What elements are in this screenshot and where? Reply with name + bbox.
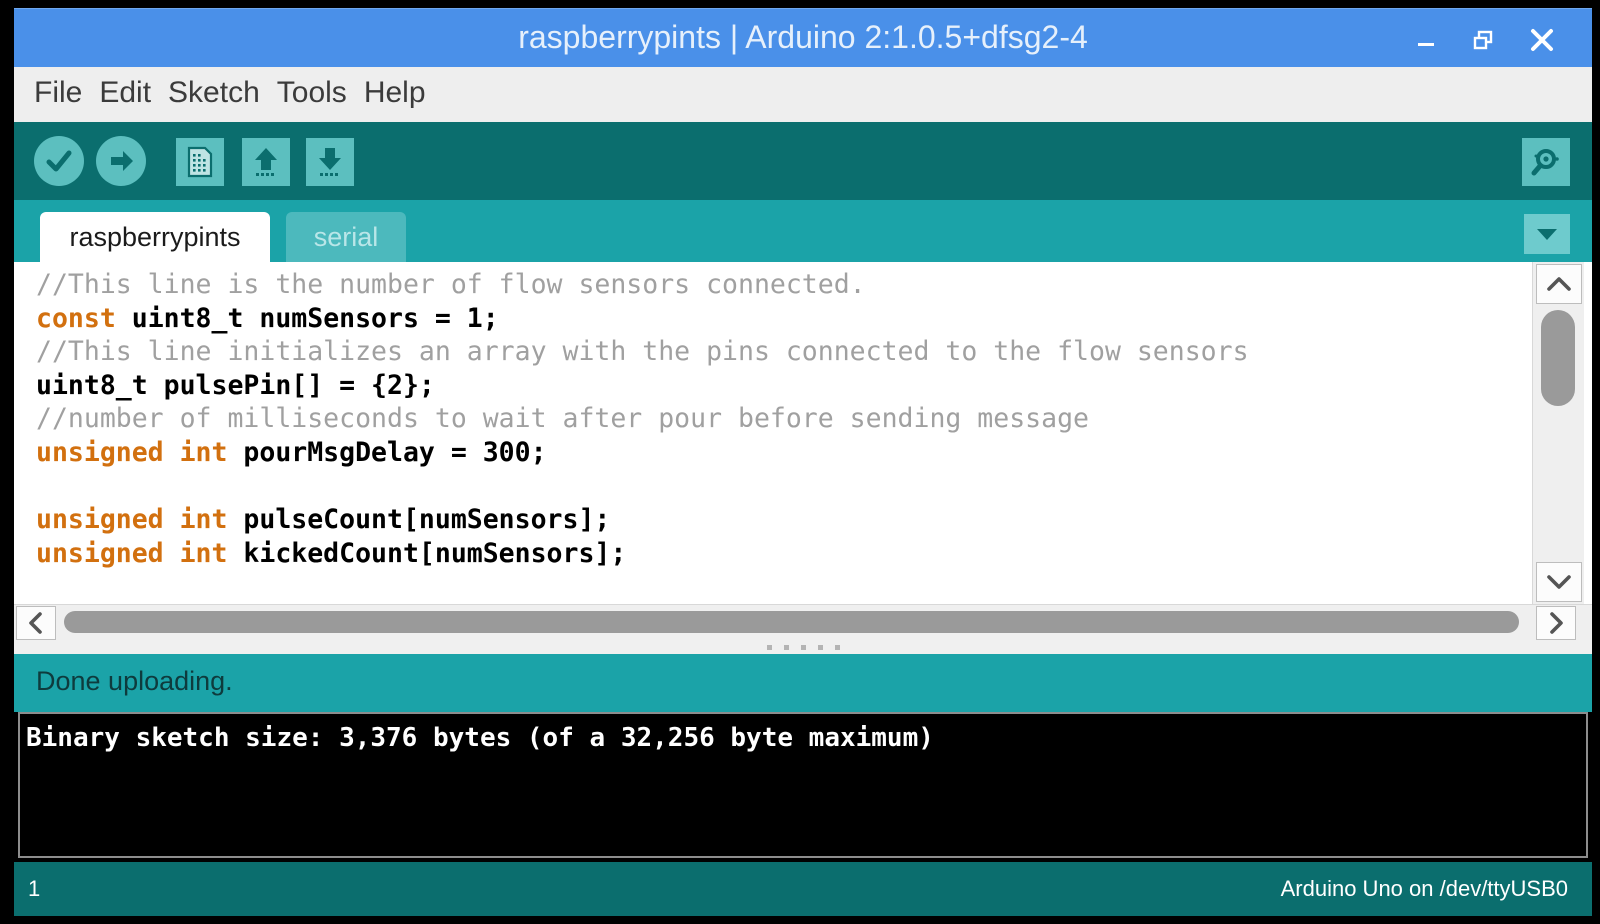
code-token-plain: uint8_t numSensors = 1; <box>115 302 499 334</box>
arrow-right-icon <box>111 151 133 171</box>
status-message: Done uploading. <box>36 666 233 696</box>
toolbar <box>14 122 1592 200</box>
tab-menu-button[interactable] <box>1524 214 1570 254</box>
tab-label: serial <box>313 221 379 252</box>
verify-button[interactable] <box>34 136 84 186</box>
menu-item-help[interactable]: Help <box>360 73 439 113</box>
splitter-dot <box>783 644 789 650</box>
console-output-text: Binary sketch size: 3,376 bytes (of a 32… <box>26 723 934 753</box>
close-icon[interactable] <box>1522 23 1562 57</box>
menu-item-list: File Edit Sketch Tools Help <box>30 73 439 113</box>
close-glyph <box>1531 29 1553 51</box>
status-bar: Done uploading. <box>14 654 1592 712</box>
arrow-down-icon <box>319 148 341 176</box>
line-number-indicator: 1 <box>28 876 41 901</box>
code-token-plain: kickedCount[numSensors]; <box>227 537 627 569</box>
vertical-scroll-thumb[interactable] <box>1541 310 1575 406</box>
scroll-right-button[interactable] <box>1536 606 1576 640</box>
code-token-keyword: unsigned int <box>36 436 228 468</box>
code-line: const uint8_t numSensors = 1; <box>36 302 1528 336</box>
code-token-keyword: const <box>36 302 116 334</box>
magnifier-icon <box>1531 149 1559 176</box>
menu-item-tools[interactable]: Tools <box>273 73 360 113</box>
splitter-dot <box>766 644 772 650</box>
save-sketch-button[interactable] <box>306 138 354 186</box>
restore-icon[interactable] <box>1464 23 1504 57</box>
board-port-indicator: Arduino Uno on /dev/ttyUSB0 <box>1280 876 1568 901</box>
code-token-plain: pourMsgDelay = 300; <box>227 436 547 468</box>
code-line: //This line is the number of flow sensor… <box>36 268 1528 302</box>
window-title: raspberrypints | Arduino 2:1.0.5+dfsg2-4 <box>518 19 1088 55</box>
menu-item-sketch[interactable]: Sketch <box>164 73 273 113</box>
code-token-comment: //This line is the number of flow sensor… <box>36 269 866 300</box>
code-line: unsigned int kickedCount[numSensors]; <box>36 537 1528 571</box>
splitter-dot <box>817 644 823 650</box>
scroll-down-button[interactable] <box>1536 562 1582 602</box>
minimize-icon[interactable] <box>1406 23 1446 57</box>
chevron-down-icon <box>1547 575 1571 589</box>
splitter-dot <box>834 644 840 650</box>
arduino-ide-window: raspberrypints | Arduino 2:1.0.5+dfsg2-4… <box>0 0 1600 924</box>
chevron-up-icon <box>1547 277 1571 291</box>
editor-console-splitter[interactable] <box>14 640 1592 654</box>
console-output-panel[interactable]: Binary sketch size: 3,376 bytes (of a 32… <box>18 712 1588 858</box>
horizontal-scroll-thumb[interactable] <box>64 611 1519 633</box>
tab-strip: raspberrypints serial <box>14 200 1592 262</box>
tab-raspberrypints[interactable]: raspberrypints <box>40 212 270 262</box>
code-line: //This line initializes an array with th… <box>36 335 1528 369</box>
bottom-status-bar: 1 Arduino Uno on /dev/ttyUSB0 <box>14 862 1592 916</box>
chevron-left-icon <box>29 612 42 634</box>
code-line: uint8_t pulsePin[] = {2}; <box>36 369 1528 403</box>
upload-button[interactable] <box>96 136 146 186</box>
tab-serial[interactable]: serial <box>286 212 406 262</box>
chevron-down-icon <box>1537 229 1557 240</box>
menu-bar: File Edit Sketch Tools Help <box>14 67 1592 122</box>
minimize-glyph <box>1418 43 1434 46</box>
code-token-keyword: unsigned int <box>36 504 228 536</box>
new-document-icon <box>187 146 213 178</box>
code-editor[interactable]: //This line is the number of flow sensor… <box>14 262 1592 604</box>
code-token-comment: //number of milliseconds to wait after p… <box>36 403 1089 435</box>
code-line: unsigned int pourMsgDelay = 300; <box>36 436 1528 470</box>
code-token-plain: uint8_t pulsePin[] = {2}; <box>36 369 435 401</box>
check-icon <box>46 150 72 172</box>
code-line: unsigned int pulseCount[numSensors]; <box>36 503 1528 537</box>
menu-item-file[interactable]: File <box>30 73 95 113</box>
serial-monitor-button[interactable] <box>1522 138 1570 186</box>
editor-horizontal-scrollbar[interactable] <box>14 604 1592 640</box>
chevron-right-icon <box>1550 612 1563 634</box>
scroll-left-button[interactable] <box>16 606 56 640</box>
code-token-keyword: unsigned int <box>36 537 228 569</box>
editor-vertical-scrollbar[interactable] <box>1532 262 1584 604</box>
restore-glyph <box>1473 30 1493 50</box>
new-sketch-button[interactable] <box>176 138 224 186</box>
open-sketch-button[interactable] <box>242 138 290 186</box>
menu-item-edit[interactable]: Edit <box>95 73 164 113</box>
code-content[interactable]: //This line is the number of flow sensor… <box>36 268 1528 570</box>
arrow-up-icon <box>255 148 277 176</box>
code-line: //number of milliseconds to wait after p… <box>36 402 1528 436</box>
splitter-dot <box>800 644 806 650</box>
tab-label: raspberrypints <box>69 221 241 252</box>
scroll-up-button[interactable] <box>1536 264 1582 304</box>
code-token-plain: pulseCount[numSensors]; <box>227 504 611 536</box>
title-bar[interactable]: raspberrypints | Arduino 2:1.0.5+dfsg2-4 <box>14 8 1592 67</box>
code-token-comment: //This line initializes an array with th… <box>36 336 1249 368</box>
